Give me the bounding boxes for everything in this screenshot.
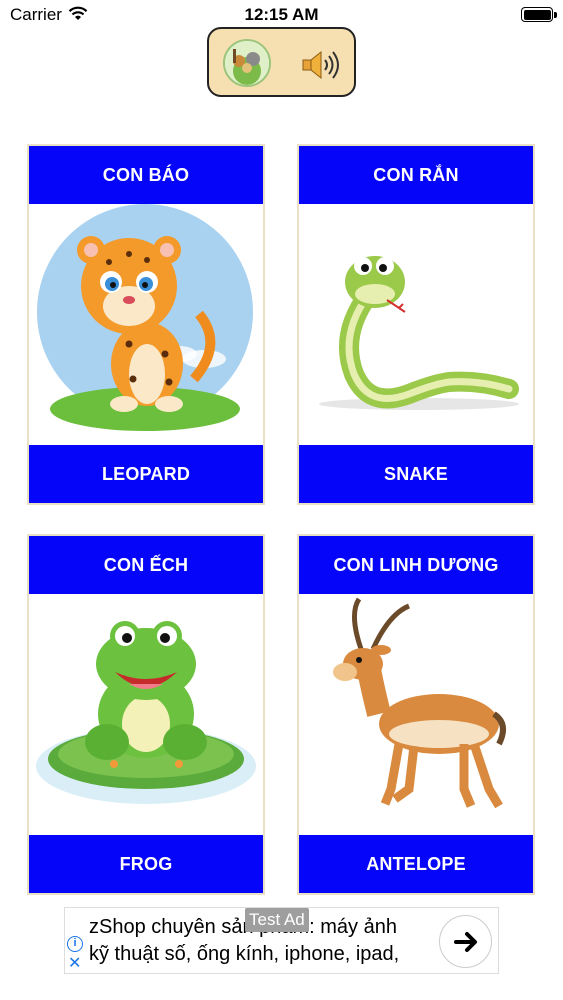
top-panel — [207, 27, 356, 97]
battery-cap — [554, 12, 557, 18]
animal-card-frog[interactable]: CON ẾCH FROG — [27, 534, 265, 895]
test-ad-badge: Test Ad — [245, 908, 309, 932]
ad-banner[interactable]: zShop chuyên sản phẩm: máy ảnh kỹ thuật … — [64, 907, 499, 974]
leopard-image — [29, 204, 263, 445]
animals-logo-icon[interactable] — [223, 39, 271, 87]
arrow-right-icon[interactable] — [439, 915, 492, 968]
card-vietnamese-label: CON ẾCH — [29, 536, 263, 594]
speaker-icon[interactable] — [301, 49, 341, 81]
animal-card-snake[interactable]: CON RẮN SNAKE — [297, 144, 535, 505]
info-icon[interactable]: i — [67, 936, 83, 952]
card-english-label: LEOPARD — [29, 445, 263, 503]
card-vietnamese-label: CON BÁO — [29, 146, 263, 204]
frog-image — [29, 594, 263, 835]
antelope-image — [299, 594, 533, 835]
battery-icon — [521, 7, 553, 22]
card-english-label: ANTELOPE — [299, 835, 533, 893]
clock: 12:15 AM — [244, 5, 319, 24]
snake-image — [299, 204, 533, 445]
card-vietnamese-label: CON LINH DƯƠNG — [299, 536, 533, 594]
card-english-label: FROG — [29, 835, 263, 893]
card-vietnamese-label: CON RẮN — [299, 146, 533, 204]
close-icon[interactable]: ✕ — [68, 956, 81, 972]
ad-line-2: kỹ thuật số, ống kính, iphone, ipad, — [89, 943, 400, 965]
card-english-label: SNAKE — [299, 445, 533, 503]
animal-card-leopard[interactable]: CON BÁO LEOPARD — [27, 144, 265, 505]
status-bar: Carrier 12:15 AM — [0, 0, 563, 30]
animal-card-antelope[interactable]: CON LINH DƯƠNG ANTELOPE — [297, 534, 535, 895]
